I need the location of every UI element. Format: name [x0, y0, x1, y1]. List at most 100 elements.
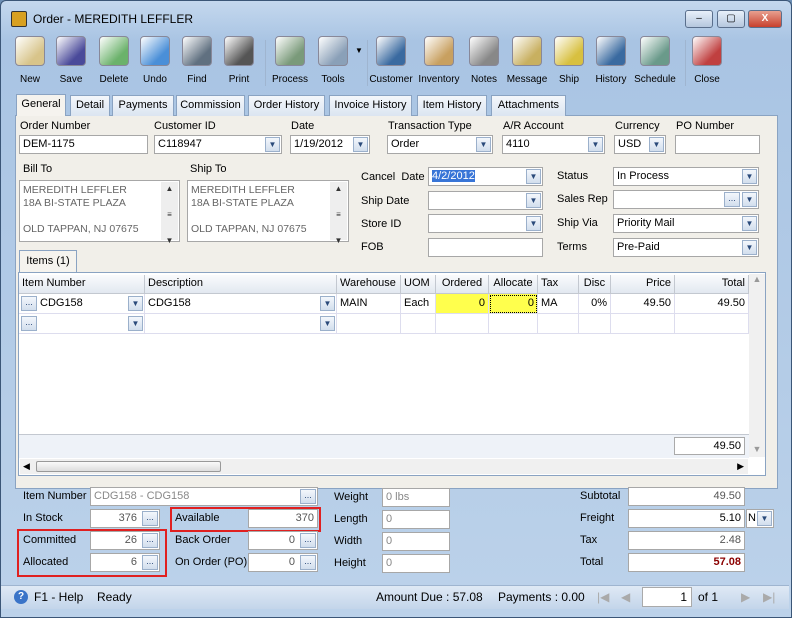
length-field[interactable]: 0 [382, 510, 450, 529]
status-dropdown[interactable]: In Process ▼ [613, 167, 759, 186]
column-header-warehouse[interactable]: Warehouse [337, 275, 401, 294]
tab-items[interactable]: Items (1) [19, 250, 77, 273]
minimize-button[interactable]: – [685, 10, 713, 28]
help-icon[interactable]: ? [14, 590, 28, 604]
save-button[interactable]: Save [49, 36, 93, 85]
column-header-disc[interactable]: Disc [579, 275, 611, 294]
in-stock-field[interactable]: 376... [90, 509, 160, 528]
cell-price[interactable]: 49.50 [611, 294, 675, 314]
cell-item[interactable]: ... ▼ [19, 314, 145, 334]
ar-account-dropdown[interactable]: 4110 ▼ [502, 135, 605, 154]
order-number-field[interactable]: DEM-1175 [19, 135, 148, 154]
schedule-button[interactable]: Schedule [633, 36, 677, 85]
help-link[interactable]: F1 - Help [34, 590, 83, 604]
next-page-icon[interactable]: ▶ [741, 590, 750, 604]
subtotal-field[interactable]: 49.50 [628, 487, 745, 506]
available-field[interactable]: 370 [248, 509, 318, 528]
undo-button[interactable]: Undo [133, 36, 177, 85]
sales-rep-dropdown[interactable]: ... ▼ [613, 190, 759, 209]
print-button[interactable]: Print [217, 36, 261, 85]
column-header-price[interactable]: Price [611, 275, 675, 294]
chevron-down-icon[interactable]: ▼ [128, 296, 143, 311]
ellipsis-button[interactable]: ... [724, 192, 740, 207]
close-button[interactable]: Close [685, 36, 729, 85]
message-button[interactable]: Message [505, 36, 549, 85]
store-id-dropdown[interactable]: ▼ [428, 214, 543, 233]
customer-button[interactable]: Customer [369, 36, 413, 85]
cell-tax[interactable]: MA [538, 294, 579, 314]
currency-dropdown[interactable]: USD ▼ [614, 135, 666, 154]
cell-item[interactable]: ... ▼ CDG158 [19, 294, 145, 314]
tab-item-history[interactable]: Item History [417, 95, 487, 116]
cell-price[interactable] [611, 314, 675, 334]
chevron-down-icon[interactable]: ▼ [320, 296, 335, 311]
chevron-down-icon[interactable]: ▼ [742, 240, 757, 255]
chevron-down-icon[interactable]: ▼ [742, 192, 757, 207]
maximize-button[interactable]: ▢ [717, 10, 745, 28]
column-header-ordered[interactable]: Ordered [436, 275, 489, 294]
chevron-down-icon[interactable]: ▼ [353, 137, 368, 152]
scrollbar-thumb[interactable] [36, 461, 221, 472]
scrollbar[interactable]: ▲ ≡ ▼ [330, 182, 347, 245]
chevron-down-icon[interactable]: ▼ [757, 511, 772, 526]
scrollbar[interactable]: ▲ ≡ ▼ [161, 182, 178, 245]
ellipsis-button[interactable]: ... [21, 296, 37, 311]
inventory-button[interactable]: Inventory [417, 36, 461, 85]
ship-date-picker[interactable]: ▼ [428, 191, 543, 210]
chevron-down-icon[interactable]: ▼ [742, 216, 757, 231]
chevron-down-icon[interactable]: ▼ [526, 193, 541, 208]
chevron-down-icon[interactable]: ▼ [742, 169, 757, 184]
prev-page-icon[interactable]: ◀ [621, 590, 630, 604]
chevron-down-icon[interactable]: ▼ [320, 316, 335, 331]
back-order-field[interactable]: 0... [248, 531, 318, 550]
chevron-down-icon[interactable]: ▼ [265, 137, 280, 152]
cell-warehouse[interactable]: MAIN [337, 294, 401, 314]
po-number-field[interactable] [675, 135, 760, 154]
ship-via-dropdown[interactable]: Priority Mail ▼ [613, 214, 759, 233]
cell-ordered[interactable] [436, 314, 489, 334]
item-number-field[interactable]: CDG158 - CDG158... [90, 487, 318, 506]
chevron-down-icon[interactable]: ▼ [526, 169, 541, 184]
bill-to-textarea[interactable]: MEREDITH LEFFLER 18A BI-STATE PLAZA OLD … [19, 180, 180, 245]
cell-total[interactable]: 49.50 [675, 294, 749, 314]
ship-to-textarea[interactable]: MEREDITH LEFFLER 18A BI-STATE PLAZA OLD … [187, 180, 349, 245]
horizontal-scrollbar[interactable]: ◀ ▶ [20, 459, 748, 474]
tools-button[interactable]: Tools [311, 36, 355, 85]
column-header-tax[interactable]: Tax [538, 275, 579, 294]
cell-tax[interactable] [538, 314, 579, 334]
tab-detail[interactable]: Detail [70, 95, 110, 116]
chevron-down-icon[interactable]: ▼ [526, 216, 541, 231]
allocated-field[interactable]: 6... [90, 553, 160, 572]
tools-dropdown-icon[interactable]: ▼ [355, 46, 363, 55]
find-button[interactable]: Find [175, 36, 219, 85]
cell-ordered[interactable]: 0 [436, 294, 489, 314]
freight-option-dropdown[interactable]: N ▼ [746, 509, 774, 528]
cell-total[interactable] [675, 314, 749, 334]
tab-general[interactable]: General [16, 94, 66, 116]
ellipsis-button[interactable]: ... [142, 555, 158, 570]
chevron-down-icon[interactable]: ▼ [649, 137, 664, 152]
tab-commission[interactable]: Commission [176, 95, 245, 116]
tab-order-history[interactable]: Order History [248, 95, 325, 116]
width-field[interactable]: 0 [382, 532, 450, 551]
column-header-allocate[interactable]: Allocate [489, 275, 538, 294]
height-field[interactable]: 0 [382, 554, 450, 573]
cell-allocate[interactable] [489, 314, 538, 334]
vertical-scrollbar[interactable]: ▲ ▼ [749, 274, 765, 457]
chevron-down-icon[interactable]: ▼ [588, 137, 603, 152]
column-header-uom[interactable]: UOM [401, 275, 436, 294]
ellipsis-button[interactable]: ... [300, 489, 316, 504]
chevron-down-icon[interactable]: ▼ [476, 137, 491, 152]
ellipsis-button[interactable]: ... [142, 511, 158, 526]
history-button[interactable]: History [589, 36, 633, 85]
cell-allocate[interactable]: 0 [489, 294, 538, 314]
ellipsis-button[interactable]: ... [21, 316, 37, 331]
cell-disc[interactable] [579, 314, 611, 334]
ellipsis-button[interactable]: ... [300, 555, 316, 570]
freight-field[interactable]: 5.10 [628, 509, 745, 528]
weight-field[interactable]: 0 lbs [382, 488, 450, 507]
page-input[interactable]: 1 [642, 587, 692, 607]
column-header-item[interactable]: Item Number [19, 275, 145, 294]
tab-attachments[interactable]: Attachments [491, 95, 566, 116]
cancel-date-picker[interactable]: 4/2/2012 ▼ [428, 167, 543, 186]
